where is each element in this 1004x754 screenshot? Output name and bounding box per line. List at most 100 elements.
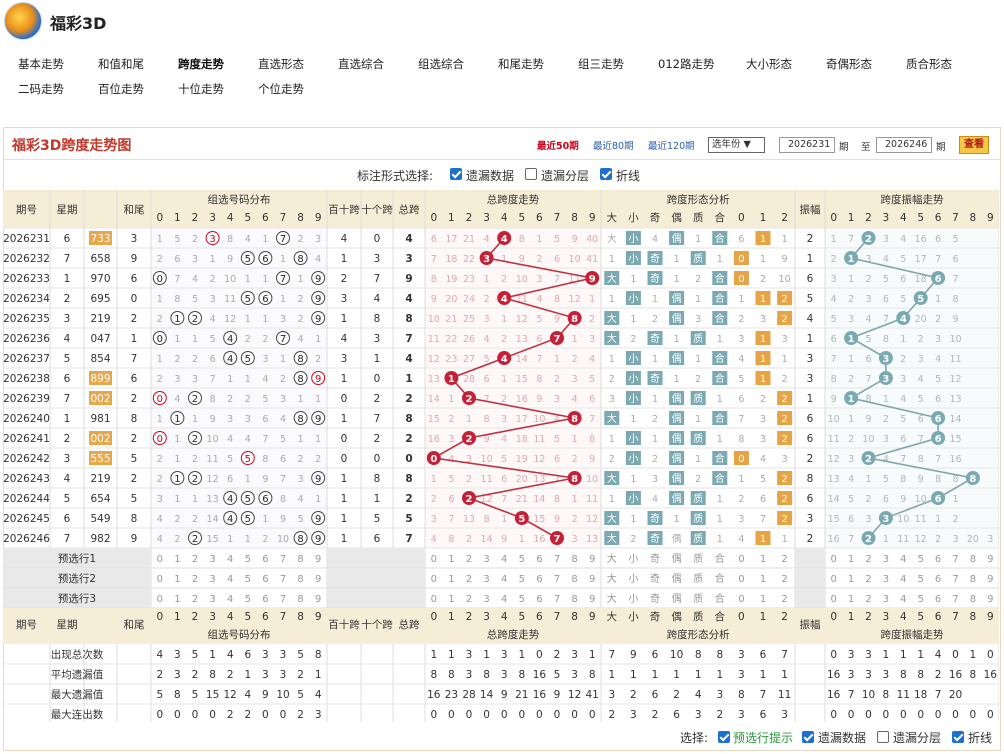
row-period: 2026245 <box>3 513 50 525</box>
nav-item-1[interactable]: 和值和尾 <box>98 56 144 72</box>
pre-digit: 7 <box>280 594 286 605</box>
nav-item-11[interactable]: 质合形态 <box>906 56 952 72</box>
from-period-input[interactable]: 2026231 <box>779 137 835 153</box>
row-sg: 6 <box>374 533 381 545</box>
checkbox-bottom-polyline[interactable] <box>952 731 964 743</box>
row-sg: 2 <box>374 433 381 445</box>
stat-shape: 2 <box>630 689 637 701</box>
nav-item-8[interactable]: 012路走势 <box>658 56 714 72</box>
pre-digit: 1 <box>174 574 180 585</box>
query-button[interactable]: 查看 <box>959 136 989 154</box>
checkbox-bottom-missing-data[interactable] <box>802 731 814 743</box>
checkbox-missing-layers[interactable] <box>525 168 537 180</box>
nav-item-4[interactable]: 直选综合 <box>338 56 384 72</box>
zx-miss: 2 <box>192 234 198 245</box>
stat-at: 0 <box>917 709 924 721</box>
zx-miss: 2 <box>157 374 163 385</box>
nav-item-14[interactable]: 十位走势 <box>178 81 224 97</box>
shape-miss: 1 <box>674 514 680 525</box>
stat-shape: 7 <box>781 649 788 661</box>
zx-miss: 3 <box>280 394 286 405</box>
amp-miss: 3 <box>883 434 889 445</box>
stat-zx: 2 <box>192 669 199 681</box>
shape-hit-label: 大 <box>607 512 617 525</box>
zx-miss: 5 <box>262 394 268 405</box>
range-link-120[interactable]: 最近120期 <box>648 138 695 152</box>
shape-hit-label: 1 <box>760 334 766 345</box>
pre-shape: 奇 <box>650 552 660 565</box>
amp-miss: 3 <box>831 274 837 285</box>
zx-miss: 4 <box>157 514 163 525</box>
zx-hit-digit: 2 <box>192 434 198 445</box>
footer-shape-col: 合 <box>715 610 726 623</box>
shape-miss: 3 <box>695 314 701 325</box>
stat-st: 8 <box>430 669 437 681</box>
row-period: 2026233 <box>3 273 50 285</box>
shape-hit-label: 质 <box>693 433 703 445</box>
checkbox-bottom-missing-layers[interactable] <box>877 731 889 743</box>
amp-miss: 3 <box>848 454 854 465</box>
footer-st-digit: 4 <box>501 611 508 623</box>
shape-miss: 1 <box>652 294 658 305</box>
nav-item-9[interactable]: 大小形态 <box>746 56 792 72</box>
amp-miss: 4 <box>900 234 906 245</box>
nav-item-6[interactable]: 和尾走势 <box>498 56 544 72</box>
nav-item-5[interactable]: 组选综合 <box>418 56 464 72</box>
header-st-digit: 2 <box>466 212 473 224</box>
row-number: 002 <box>90 393 110 405</box>
nav-item-15[interactable]: 个位走势 <box>258 81 304 97</box>
row-sg: 4 <box>374 293 381 305</box>
zx-miss: 7 <box>174 274 180 285</box>
span-miss: 6 <box>554 454 560 465</box>
zx-hit-digit: 7 <box>280 334 286 345</box>
header-shape-col: 小 <box>628 212 639 224</box>
zx-miss: 1 <box>245 534 251 545</box>
row-bs: 0 <box>341 453 348 465</box>
nav-item-12[interactable]: 二码走势 <box>18 81 64 97</box>
range-link-80[interactable]: 最近80期 <box>593 138 634 152</box>
stat-label: 最大遗漏值 <box>51 688 104 701</box>
checkbox-missing-data[interactable] <box>450 168 462 180</box>
shape-miss: 1 <box>630 314 636 325</box>
year-select[interactable]: 选年份 ▼ <box>708 137 765 153</box>
range-link-50[interactable]: 最近50期 <box>537 138 579 152</box>
zx-hit-digit: 9 <box>315 314 321 325</box>
amp-point-label: 8 <box>969 474 976 485</box>
zx-miss: 4 <box>298 494 304 505</box>
shape-miss: 3 <box>738 334 744 345</box>
row-amp: 3 <box>807 513 814 525</box>
to-period-input[interactable]: 2026246 <box>876 137 932 153</box>
row-number: 002 <box>90 433 110 445</box>
pre-digit: 0 <box>431 554 437 565</box>
span-miss: 9 <box>554 314 560 325</box>
header-st-digit: 9 <box>589 212 596 224</box>
stat-at: 0 <box>935 709 942 721</box>
amp-miss: 4 <box>883 254 889 265</box>
header-zuxuan: 组选号码分布 <box>208 193 271 206</box>
stat-zx: 3 <box>315 709 322 721</box>
shape-miss: 2 <box>738 494 744 505</box>
span-miss: 15 <box>428 414 440 425</box>
stat-shape: 3 <box>781 709 788 721</box>
row-total: 8 <box>405 413 412 425</box>
span-point-label: 8 <box>571 414 578 425</box>
pre-digit: 3 <box>209 554 215 565</box>
zx-miss: 1 <box>157 414 163 425</box>
span-miss: 5 <box>589 374 595 385</box>
option-missing-layers-label: 遗漏分层 <box>541 169 590 183</box>
row-week: 3 <box>64 453 71 465</box>
span-miss: 22 <box>445 334 457 345</box>
footer-zx-digit: 5 <box>244 611 251 623</box>
nav-item-10[interactable]: 奇偶形态 <box>826 56 872 72</box>
stat-st: 14 <box>480 689 494 701</box>
checkbox-polyline[interactable] <box>600 168 612 180</box>
nav-item-3[interactable]: 直选形态 <box>258 56 304 72</box>
nav-item-7[interactable]: 组三走势 <box>578 56 624 72</box>
nav-item-0[interactable]: 基本走势 <box>18 56 64 72</box>
nav-item-2[interactable]: 跨度走势 <box>178 56 224 72</box>
row-number: 555 <box>90 453 110 465</box>
row-total: 1 <box>405 373 412 385</box>
zx-hit-digit: 9 <box>315 414 321 425</box>
nav-item-13[interactable]: 百位走势 <box>98 81 144 97</box>
checkbox-preselect-hint[interactable] <box>718 731 730 743</box>
